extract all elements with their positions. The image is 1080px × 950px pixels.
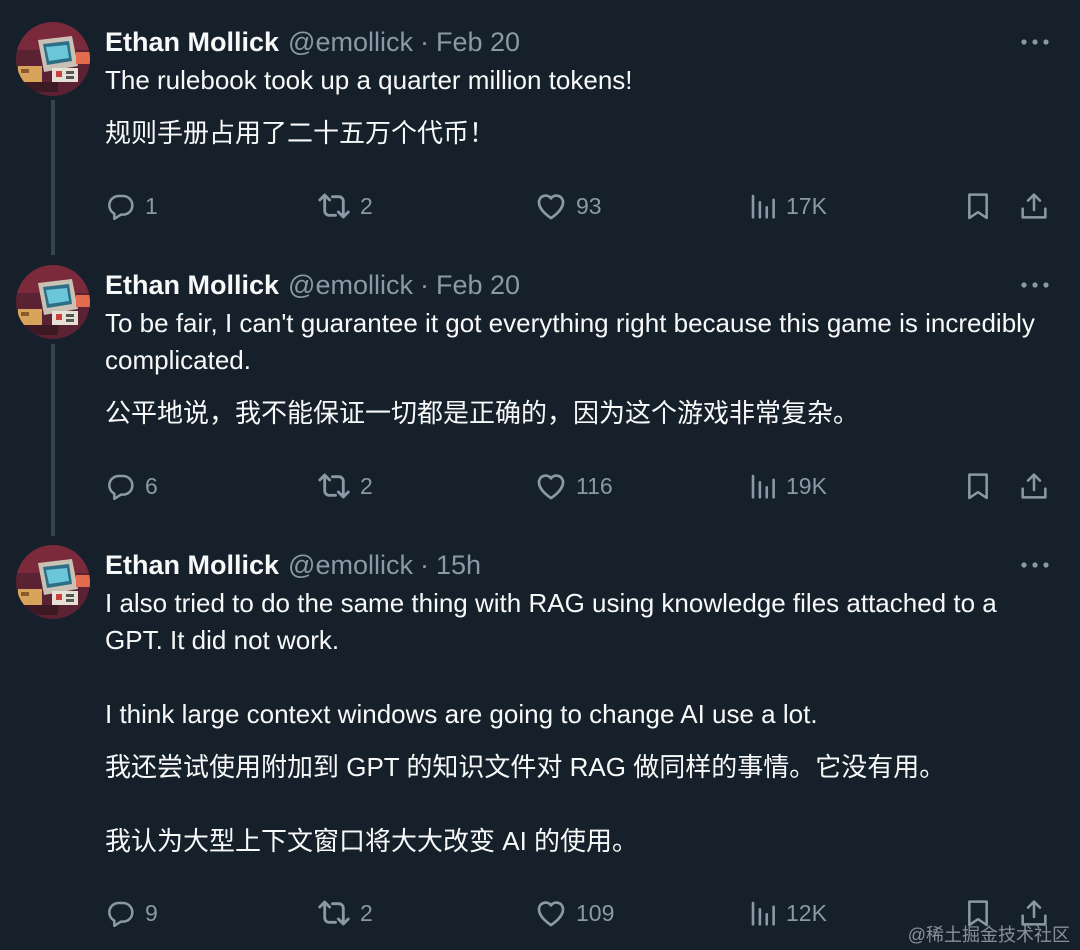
share-upload-icon (1018, 470, 1050, 502)
reply-button[interactable]: 6 (105, 466, 158, 506)
heart-outline-icon (534, 469, 568, 503)
author-name[interactable]: Ethan Mollick (105, 550, 279, 581)
avatar-image (16, 265, 90, 339)
avatar[interactable] (16, 265, 90, 339)
speech-bubble-icon (105, 190, 137, 222)
tweet-text-english: I think large context windows are going … (105, 699, 818, 729)
views-button[interactable]: 17K (748, 186, 827, 226)
more-options-button[interactable] (1018, 28, 1052, 56)
like-button[interactable]: 93 (534, 186, 602, 226)
heart-outline-icon (534, 896, 568, 930)
heart-outline-icon (534, 189, 568, 223)
speech-bubble-icon (105, 897, 137, 929)
tweet-header: Ethan Mollick @emollick · 15h (105, 545, 481, 585)
tweet-text: To be fair, I can't guarantee it got eve… (105, 305, 1060, 432)
repost-count: 2 (360, 899, 373, 926)
repost-button[interactable]: 2 (316, 893, 373, 933)
tweet-timestamp[interactable]: Feb 20 (436, 27, 520, 58)
like-count: 116 (576, 472, 613, 499)
reply-count: 6 (145, 472, 158, 499)
tweet[interactable]: Ethan Mollick @emollick · Feb 20 To be f… (0, 265, 1080, 515)
avatar-image (16, 22, 90, 96)
tweet-actions: 1 2 93 17K (0, 186, 1080, 226)
share-button[interactable] (1014, 466, 1054, 506)
share-button[interactable] (1014, 186, 1054, 226)
watermark-text: @稀土掘金技术社区 (907, 925, 1070, 945)
tweet-text-chinese: 我认为大型上下文窗口将大大改变 AI 的使用。 (105, 826, 639, 856)
views-button[interactable]: 12K (748, 893, 827, 933)
share-upload-icon (1018, 190, 1050, 222)
repost-arrows-icon (316, 188, 352, 224)
tweet-thread: Ethan Mollick @emollick · Feb 20 The rul… (0, 0, 1080, 950)
tweet-actions: 6 2 116 19K (0, 466, 1080, 506)
repost-arrows-icon (316, 895, 352, 931)
speech-bubble-icon (105, 470, 137, 502)
tweet-timestamp[interactable]: Feb 20 (436, 270, 520, 301)
tweet-text: The rulebook took up a quarter million t… (105, 62, 1060, 152)
like-button[interactable]: 109 (534, 893, 614, 933)
tweet-text-chinese: 公平地说，我不能保证一切都是正确的，因为这个游戏非常复杂。 (105, 398, 860, 428)
author-handle[interactable]: @emollick (288, 270, 413, 301)
more-options-button[interactable] (1018, 551, 1052, 579)
bar-chart-icon (748, 471, 778, 501)
reply-count: 9 (145, 899, 158, 926)
bar-chart-icon (748, 191, 778, 221)
bar-chart-icon (748, 898, 778, 928)
author-name[interactable]: Ethan Mollick (105, 270, 279, 301)
author-name[interactable]: Ethan Mollick (105, 27, 279, 58)
repost-button[interactable]: 2 (316, 186, 373, 226)
view-count: 19K (786, 472, 827, 499)
repost-arrows-icon (316, 468, 352, 504)
three-dots-icon (1018, 551, 1052, 579)
repost-count: 2 (360, 472, 373, 499)
like-count: 109 (576, 899, 615, 926)
tweet-text: I also tried to do the same thing with R… (105, 585, 1060, 860)
like-count: 93 (576, 192, 602, 219)
like-button[interactable]: 116 (534, 466, 613, 506)
author-handle[interactable]: @emollick (288, 550, 413, 581)
tweet-text-english: The rulebook took up a quarter million t… (105, 65, 633, 95)
bookmark-icon (962, 190, 994, 222)
bookmark-button[interactable] (958, 186, 998, 226)
views-button[interactable]: 19K (748, 466, 827, 506)
tweet-text-chinese: 我还尝试使用附加到 GPT 的知识文件对 RAG 做同样的事情。它没有用。 (105, 752, 946, 782)
avatar[interactable] (16, 22, 90, 96)
three-dots-icon (1018, 271, 1052, 299)
reply-button[interactable]: 9 (105, 893, 158, 933)
tweet-text-english: I also tried to do the same thing with R… (105, 588, 997, 655)
tweet-text-chinese: 规则手册占用了二十五万个代币！ (105, 118, 496, 148)
repost-button[interactable]: 2 (316, 466, 373, 506)
bookmark-icon (962, 470, 994, 502)
reply-count: 1 (145, 192, 158, 219)
three-dots-icon (1018, 28, 1052, 56)
tweet-text-english: To be fair, I can't guarantee it got eve… (105, 308, 1035, 375)
tweet-timestamp[interactable]: 15h (436, 550, 481, 581)
tweet[interactable]: Ethan Mollick @emollick · Feb 20 The rul… (0, 22, 1080, 232)
view-count: 17K (786, 192, 827, 219)
bookmark-button[interactable] (958, 466, 998, 506)
avatar[interactable] (16, 545, 90, 619)
header-separator: · (419, 26, 429, 57)
tweet-header: Ethan Mollick @emollick · Feb 20 (105, 265, 520, 305)
author-handle[interactable]: @emollick (288, 27, 413, 58)
avatar-image (16, 545, 90, 619)
reply-button[interactable]: 1 (105, 186, 158, 226)
header-separator: · (419, 269, 429, 300)
more-options-button[interactable] (1018, 271, 1052, 299)
repost-count: 2 (360, 192, 373, 219)
tweet-header: Ethan Mollick @emollick · Feb 20 (105, 22, 520, 62)
view-count: 12K (786, 899, 827, 926)
tweet[interactable]: Ethan Mollick @emollick · 15h I also tri… (0, 545, 1080, 945)
header-separator: · (419, 549, 429, 580)
